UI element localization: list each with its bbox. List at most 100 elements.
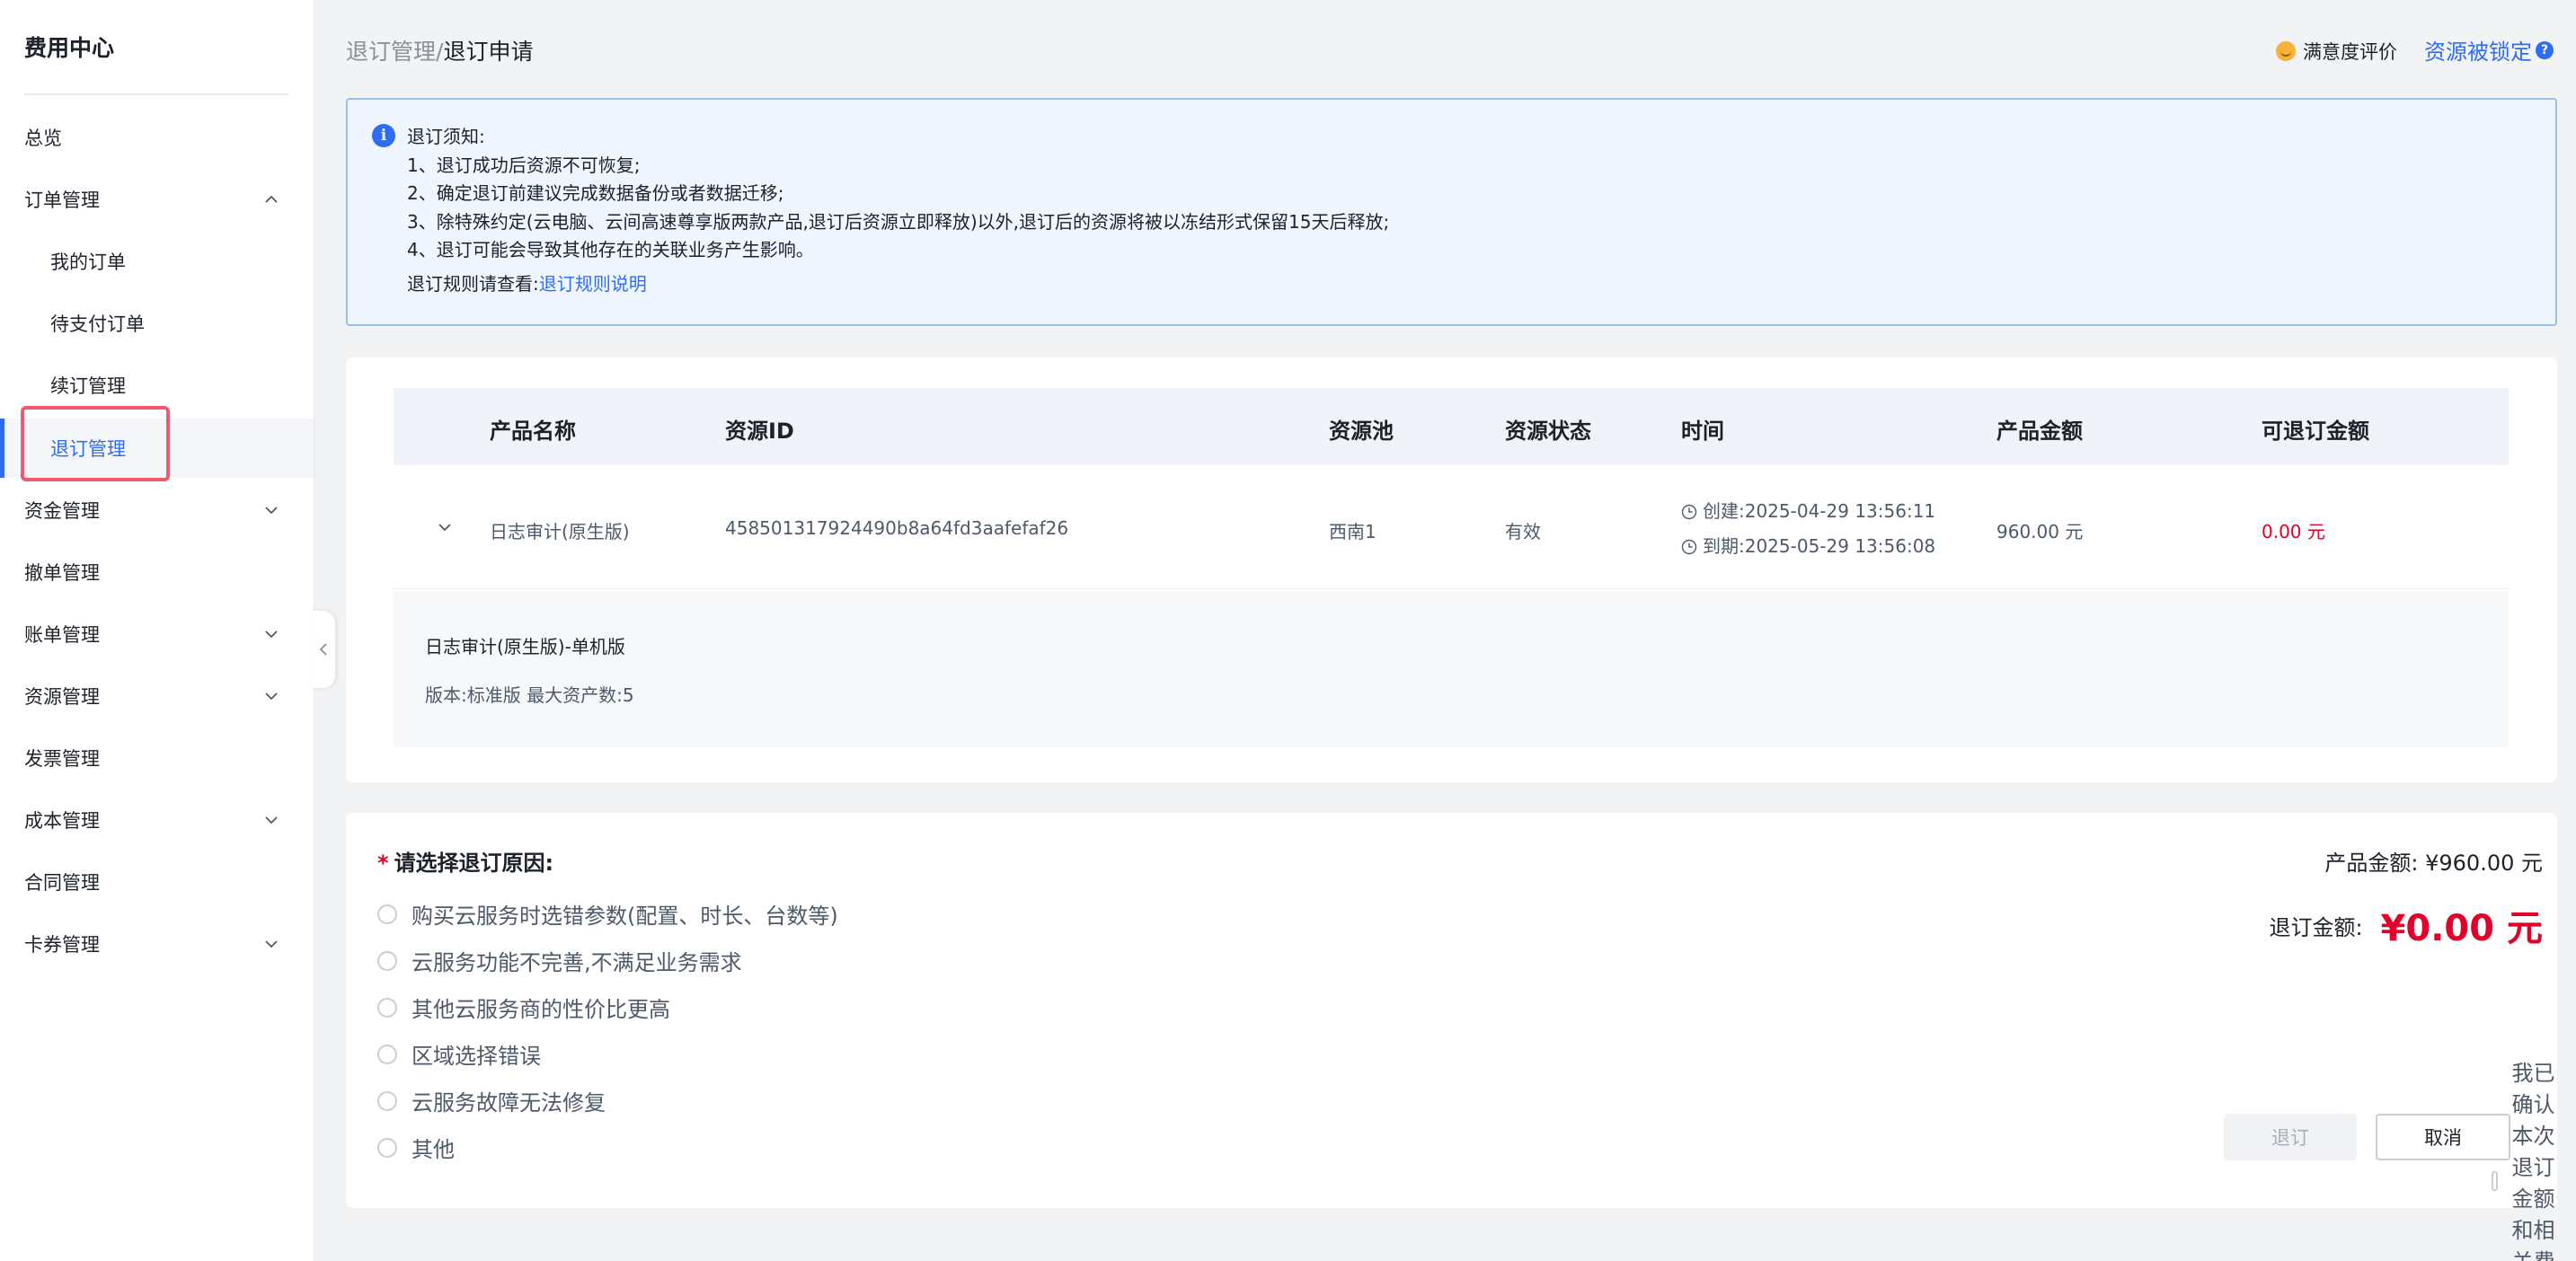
clock-icon bbox=[1681, 539, 1697, 554]
reason-option[interactable]: 云服务功能不完善,不满足业务需求 bbox=[377, 945, 742, 976]
reason-option[interactable]: 其他 bbox=[377, 1132, 455, 1163]
sidebar-item-label: 发票管理 bbox=[24, 748, 100, 770]
reason-title-text: 请选择退订原因: bbox=[394, 851, 554, 876]
reason-option-label: 区域选择错误 bbox=[412, 1044, 541, 1069]
sidebar-item-label: 成本管理 bbox=[24, 810, 100, 832]
chevron-up-icon bbox=[265, 195, 278, 203]
sidebar-item-label: 资源管理 bbox=[24, 686, 100, 708]
reason-option[interactable]: 区域选择错误 bbox=[377, 1038, 541, 1070]
chevron-down-icon bbox=[265, 940, 278, 948]
sidebar-item-pending-orders[interactable]: 待支付订单 bbox=[0, 294, 314, 353]
sidebar-item-label: 续订管理 bbox=[50, 375, 126, 397]
notice-line: 1、退订成功后资源不可恢复; bbox=[407, 154, 641, 176]
sidebar-item-invoices[interactable]: 发票管理 bbox=[0, 728, 314, 788]
cancel-button[interactable]: 取消 bbox=[2376, 1114, 2510, 1160]
help-icon: ? bbox=[2536, 40, 2554, 59]
rules-line: 退订规则请查看:退订规则说明 bbox=[407, 270, 1389, 299]
table-header: 产品名称 资源ID 资源池 资源状态 时间 产品金额 可退订金额 bbox=[394, 388, 2509, 465]
cell-refundable: 0.00 元 bbox=[2262, 521, 2325, 542]
sidebar: 费用中心 总览 订单管理 我的订单 待支付订单 续订管理 退订管理 资金管理 撤… bbox=[0, 0, 314, 1261]
notice-line: 2、确定退订前建议完成数据备份或者数据迁移; bbox=[407, 182, 784, 204]
reason-option[interactable]: 购买云服务时选错参数(配置、时长、台数等) bbox=[377, 898, 838, 930]
column-header: 产品金额 bbox=[1996, 419, 2083, 444]
product-amount-value: ¥960.00 元 bbox=[2425, 851, 2543, 876]
cell-time: 创建:2025-04-29 13:56:11 到期:2025-05-29 13:… bbox=[1681, 494, 1935, 564]
sidebar-item-funds[interactable]: 资金管理 bbox=[0, 481, 314, 540]
sidebar-item-label: 待支付订单 bbox=[50, 313, 145, 335]
satisfaction-label: 满意度评价 bbox=[2303, 41, 2397, 63]
sidebar-item-label: 撤单管理 bbox=[24, 562, 100, 584]
sidebar-item-cost[interactable]: 成本管理 bbox=[0, 790, 314, 850]
breadcrumb-parent[interactable]: 退订管理 bbox=[346, 39, 436, 65]
created-time: 创建:2025-04-29 13:56:11 bbox=[1703, 500, 1936, 522]
detail-meta: 版本:标准版 最大资产数:5 bbox=[425, 684, 634, 706]
reason-option[interactable]: 其他云服务商的性价比更高 bbox=[377, 992, 670, 1023]
confirm-checkbox[interactable] bbox=[2492, 1171, 2498, 1191]
clock-icon bbox=[1681, 504, 1697, 519]
smiley-icon bbox=[2276, 41, 2296, 61]
sidebar-item-withdrawal[interactable]: 撤单管理 bbox=[0, 542, 314, 602]
sidebar-item-label: 总览 bbox=[24, 128, 62, 149]
expire-time: 到期:2025-05-29 13:56:08 bbox=[1703, 535, 1936, 557]
chevron-down-icon bbox=[265, 816, 278, 824]
chevron-down-icon bbox=[265, 507, 278, 515]
sidebar-item-label: 卡券管理 bbox=[24, 934, 100, 956]
radio-button[interactable] bbox=[377, 997, 397, 1018]
cell-amount: 960.00 元 bbox=[1996, 521, 2084, 542]
radio-button[interactable] bbox=[377, 950, 397, 971]
reason-card: * 请选择退订原因: 购买云服务时选错参数(配置、时长、台数等) 云服务功能不完善… bbox=[346, 813, 2557, 1261]
column-header: 资源池 bbox=[1329, 419, 1394, 444]
sidebar-item-label: 资金管理 bbox=[24, 500, 100, 522]
confirm-label: 我已确认本次退订金额和相关费用 bbox=[2511, 1061, 2555, 1261]
chevron-down-icon bbox=[265, 630, 278, 639]
radio-button[interactable] bbox=[377, 1044, 397, 1064]
notice-line: 4、退订可能会导致其他存在的关联业务产生影响。 bbox=[407, 239, 814, 260]
sidebar-item-contracts[interactable]: 合同管理 bbox=[0, 852, 314, 912]
reason-option-label: 云服务故障无法修复 bbox=[412, 1090, 606, 1116]
table-row: 日志审计(原生版) 458501317924490b8a64fd3aafefaf… bbox=[394, 467, 2509, 589]
satisfaction-link[interactable]: 满意度评价 bbox=[2276, 38, 2397, 65]
cell-pool: 西南1 bbox=[1329, 521, 1377, 542]
refund-amount-label: 退订金额: bbox=[2269, 914, 2363, 940]
sidebar-item-label: 账单管理 bbox=[24, 624, 100, 646]
notice-title: 退订须知: bbox=[407, 126, 485, 147]
sidebar-item-resources[interactable]: 资源管理 bbox=[0, 666, 314, 726]
radio-button[interactable] bbox=[377, 1090, 397, 1111]
selection-highlight bbox=[21, 406, 170, 481]
sidebar-item-coupons[interactable]: 卡券管理 bbox=[0, 914, 314, 974]
product-amount: 产品金额: ¥960.00 元 bbox=[2324, 845, 2543, 877]
sidebar-item-label: 我的订单 bbox=[50, 251, 126, 273]
resource-locked-link[interactable]: 资源被锁定 ? bbox=[2424, 34, 2554, 66]
rules-prefix: 退订规则请查看: bbox=[407, 272, 539, 295]
reason-option-label: 其他 bbox=[412, 1137, 455, 1162]
row-detail: 日志审计(原生版)-单机版 版本:标准版 最大资产数:5 bbox=[394, 591, 2509, 747]
refund-button[interactable]: 退订 bbox=[2224, 1114, 2357, 1160]
notice-line: 3、除特殊约定(云电脑、云间高速尊享版两款产品,退订后资源立即释放)以外,退订后… bbox=[407, 210, 1390, 233]
sidebar-collapse-button[interactable] bbox=[312, 611, 335, 688]
reason-option-label: 云服务功能不完善,不满足业务需求 bbox=[412, 950, 742, 975]
radio-button[interactable] bbox=[377, 1137, 397, 1158]
reason-option-label: 购买云服务时选错参数(配置、时长、台数等) bbox=[412, 904, 838, 929]
column-header: 资源状态 bbox=[1505, 419, 1591, 444]
sidebar-title: 费用中心 bbox=[24, 35, 115, 61]
reason-option-label: 其他云服务商的性价比更高 bbox=[412, 997, 670, 1022]
resource-locked-label: 资源被锁定 bbox=[2424, 40, 2532, 65]
cell-resource-id: 458501317924490b8a64fd3aafefaf26 bbox=[725, 517, 1069, 539]
column-header: 产品名称 bbox=[490, 419, 576, 444]
chevron-left-icon bbox=[319, 643, 327, 656]
chevron-down-icon[interactable] bbox=[437, 519, 453, 535]
detail-title: 日志审计(原生版)-单机版 bbox=[425, 636, 625, 657]
breadcrumb-current: 退订申请 bbox=[443, 39, 534, 65]
sidebar-item-orders[interactable]: 订单管理 bbox=[0, 170, 314, 229]
radio-button[interactable] bbox=[377, 904, 397, 924]
sidebar-item-bills[interactable]: 账单管理 bbox=[0, 604, 314, 664]
unsubscribe-notice: i 退订须知: 1、退订成功后资源不可恢复; 2、确定退订前建议完成数据备份或者… bbox=[346, 98, 2557, 326]
reason-option[interactable]: 云服务故障无法修复 bbox=[377, 1085, 606, 1116]
column-header: 时间 bbox=[1681, 419, 1724, 444]
sidebar-item-label: 订单管理 bbox=[24, 190, 100, 211]
sidebar-item-overview[interactable]: 总览 bbox=[0, 108, 314, 167]
rules-link[interactable]: 退订规则说明 bbox=[539, 273, 647, 295]
resource-table-card: 产品名称 资源ID 资源池 资源状态 时间 产品金额 可退订金额 日志审计(原生… bbox=[346, 357, 2557, 782]
required-mark: * bbox=[377, 851, 389, 876]
sidebar-item-my-orders[interactable]: 我的订单 bbox=[0, 232, 314, 291]
